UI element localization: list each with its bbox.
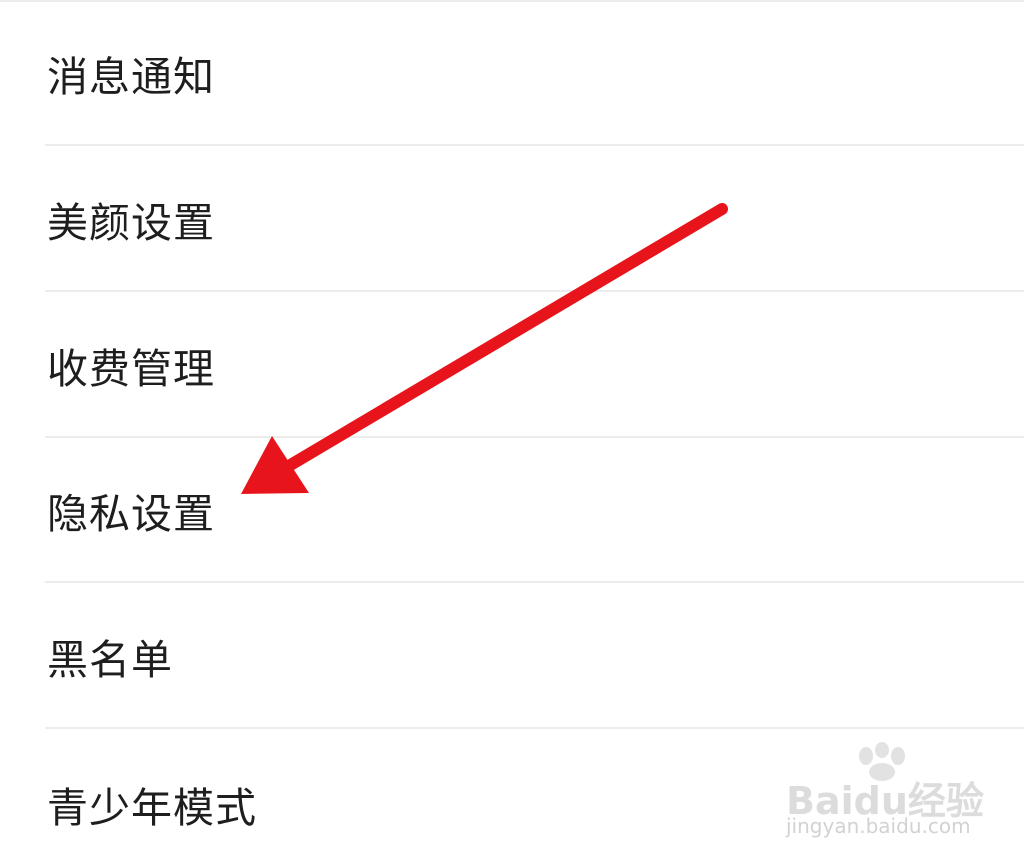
settings-item-charges[interactable]: 收费管理 bbox=[0, 292, 1024, 438]
settings-item-beauty[interactable]: 美颜设置 bbox=[0, 146, 1024, 292]
settings-item-label: 美颜设置 bbox=[47, 199, 215, 247]
settings-list: 消息通知 美颜设置 收费管理 隐私设置 黑名单 青少年模式 bbox=[0, 0, 1024, 858]
settings-item-label: 青少年模式 bbox=[47, 784, 257, 832]
settings-item-label: 隐私设置 bbox=[47, 490, 215, 538]
settings-item-blacklist[interactable]: 黑名单 bbox=[0, 583, 1024, 729]
settings-item-teen-mode[interactable]: 青少年模式 bbox=[0, 729, 1024, 858]
settings-item-label: 收费管理 bbox=[47, 345, 215, 393]
settings-item-notifications[interactable]: 消息通知 bbox=[0, 0, 1024, 146]
settings-item-label: 消息通知 bbox=[47, 53, 215, 101]
settings-item-label: 黑名单 bbox=[47, 636, 173, 684]
settings-item-privacy[interactable]: 隐私设置 bbox=[0, 437, 1024, 583]
